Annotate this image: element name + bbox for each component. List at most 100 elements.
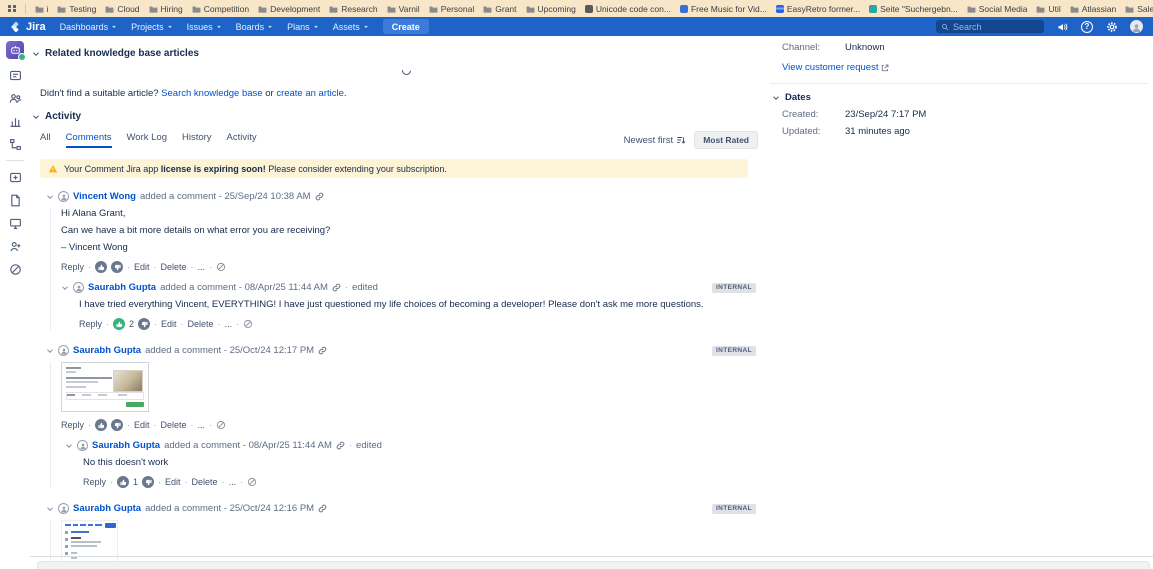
more-actions-button[interactable]: ... [198,420,206,430]
help-icon[interactable]: ? [1081,21,1093,33]
queues-icon[interactable] [8,68,22,82]
menu-projects[interactable]: Projects [131,22,173,32]
sort-order-control[interactable]: Newest first [624,135,687,146]
collapse-chevron-icon[interactable] [32,50,40,58]
comment-author-link[interactable]: Saurabh Gupta [92,440,160,451]
bookmark-folder[interactable]: Personal [429,4,475,14]
collapse-chevron-icon[interactable] [32,113,40,121]
create-button[interactable]: Create [383,19,429,34]
create-article-link[interactable]: create an article [276,88,344,99]
apps-grid-icon[interactable] [8,5,16,13]
collapse-chevron-icon[interactable] [65,442,73,450]
tab-work-log[interactable]: Work Log [127,132,167,148]
thumbs-down-button[interactable] [142,476,154,488]
menu-issues[interactable]: Issues [187,22,222,32]
menu-assets[interactable]: Assets [333,22,369,32]
jira-logo[interactable]: Jira [10,21,46,33]
bookmark-folder[interactable]: Varnil [387,4,420,14]
permalink-icon[interactable] [332,283,341,292]
more-actions-button[interactable]: ... [225,319,233,329]
bookmark-folder[interactable]: Testing [57,4,96,14]
raise-request-icon[interactable] [8,216,22,230]
reply-link[interactable]: Reply [79,319,102,329]
menu-dashboards[interactable]: Dashboards [60,22,118,32]
delete-link[interactable]: Delete [192,477,218,487]
bookmark-folder[interactable]: Cloud [105,4,139,14]
tab-all[interactable]: All [40,132,51,148]
edit-link[interactable]: Edit [165,477,181,487]
comment-editor-collapsed[interactable] [37,561,1150,569]
restrict-visibility-icon[interactable] [216,262,226,272]
tab-comments[interactable]: Comments [66,132,112,148]
search-input[interactable]: Search [936,20,1044,33]
chat-app-icon[interactable] [6,41,24,59]
restrict-visibility-icon[interactable] [243,319,253,329]
create-item-icon[interactable] [8,170,22,184]
edit-link[interactable]: Edit [134,420,150,430]
most-rated-button[interactable]: Most Rated [694,131,758,149]
bookmark-folder[interactable]: Upcoming [526,4,576,14]
menu-plans[interactable]: Plans [287,22,319,32]
collapse-chevron-icon[interactable] [46,505,54,513]
bookmark-folder[interactable]: Util [1036,4,1060,14]
thumbs-up-button[interactable] [113,318,125,330]
bookmark-folder[interactable]: Social Media [967,4,1028,14]
permalink-icon[interactable] [318,346,327,355]
delete-link[interactable]: Delete [161,262,187,272]
tab-history[interactable]: History [182,132,212,148]
bookmark-folder[interactable]: Development [258,4,320,14]
structure-icon[interactable] [8,137,22,151]
profile-avatar[interactable] [1130,20,1143,33]
bookmark-folder[interactable]: i [35,4,49,14]
bookmark-link[interactable]: Unicode code con... [585,4,671,14]
comment-author-link[interactable]: Vincent Wong [73,191,136,202]
delete-link[interactable]: Delete [188,319,214,329]
comment-author-link[interactable]: Saurabh Gupta [88,282,156,293]
announcement-megaphone-icon[interactable] [1056,20,1069,33]
edit-link[interactable]: Edit [161,319,177,329]
reply-link[interactable]: Reply [83,477,106,487]
invite-people-icon[interactable] [8,239,22,253]
bookmark-folder[interactable]: Atlassian [1070,4,1117,14]
reply-link[interactable]: Reply [61,262,84,272]
restrict-visibility-icon[interactable] [247,477,257,487]
thumbs-down-button[interactable] [138,318,150,330]
gear-icon[interactable] [1105,20,1118,33]
bookmark-folder[interactable]: Grant [483,4,516,14]
thumbs-down-button[interactable] [111,419,123,431]
permalink-icon[interactable] [315,192,324,201]
thumbs-up-button[interactable] [95,261,107,273]
edit-link[interactable]: Edit [134,262,150,272]
permalink-icon[interactable] [318,504,327,513]
comment-author-link[interactable]: Saurabh Gupta [73,503,141,514]
collapse-chevron-icon[interactable] [46,347,54,355]
documents-icon[interactable] [8,193,22,207]
bookmark-folder[interactable]: Competition [192,4,249,14]
bookmark-folder[interactable]: Research [329,4,377,14]
customers-icon[interactable] [8,91,22,105]
tab-activity[interactable]: Activity [227,132,257,148]
bookmark-link[interactable]: Free Music for Vid... [680,4,767,14]
restrict-visibility-icon[interactable] [216,420,226,430]
search-knowledge-base-link[interactable]: Search knowledge base [161,88,262,99]
collapse-chevron-icon[interactable] [46,193,54,201]
collapse-chevron-icon[interactable] [772,94,780,102]
more-actions-button[interactable]: ... [198,262,206,272]
thumbs-up-button[interactable] [117,476,129,488]
view-customer-request-link[interactable]: View customer request [782,62,1148,73]
reports-icon[interactable] [8,114,22,128]
explore-icon[interactable] [8,262,22,276]
reply-link[interactable]: Reply [61,420,84,430]
permalink-icon[interactable] [336,441,345,450]
bookmark-folder[interactable]: Sales [1125,4,1153,14]
collapse-chevron-icon[interactable] [61,284,69,292]
thumbs-down-button[interactable] [111,261,123,273]
bookmark-link[interactable]: EasyRetro former... [776,4,860,14]
comment-author-link[interactable]: Saurabh Gupta [73,345,141,356]
bookmark-link[interactable]: Seite "Suchergebn... [869,4,958,14]
more-actions-button[interactable]: ... [229,477,237,487]
menu-boards[interactable]: Boards [236,22,274,32]
attachment-thumbnail[interactable] [61,362,149,412]
bookmark-folder[interactable]: Hiring [149,4,183,14]
delete-link[interactable]: Delete [161,420,187,430]
